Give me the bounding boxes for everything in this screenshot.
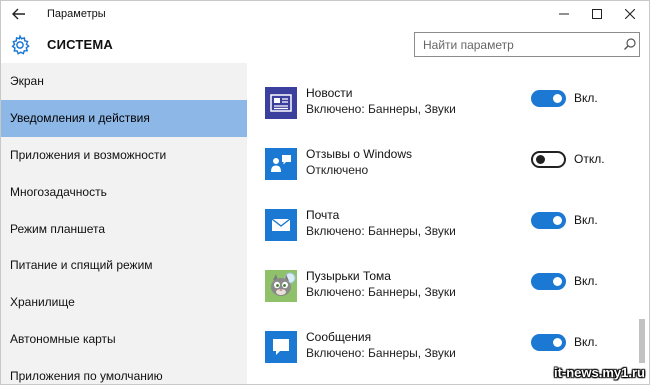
close-button[interactable]	[614, 1, 646, 27]
tom-bubbles-icon	[265, 270, 297, 302]
mail-icon	[265, 209, 297, 241]
news-icon	[265, 87, 297, 119]
notifications-toggle[interactable]	[531, 334, 566, 351]
app-status: Включено: Баннеры, Звуки	[306, 102, 456, 116]
toggle-knob	[553, 338, 562, 347]
app-name: Пузырьки Тома	[306, 269, 391, 283]
app-status: Включено: Баннеры, Звуки	[306, 346, 456, 360]
search-box[interactable]	[414, 32, 640, 57]
sidebar-item-notifications[interactable]: Уведомления и действия	[1, 99, 247, 137]
app-name: Отзывы о Windows	[306, 147, 412, 161]
close-icon	[625, 9, 635, 19]
page-header: СИСТЕМА	[1, 27, 649, 63]
feedback-icon	[265, 148, 297, 180]
toggle-knob	[536, 155, 545, 164]
search-icon[interactable]	[623, 37, 637, 51]
toggle-knob	[553, 216, 562, 225]
sidebar-nav: Экран Уведомления и действия Приложения …	[1, 63, 247, 384]
notifications-toggle[interactable]	[531, 151, 566, 168]
list-item: Новости Включено: Баннеры, Звуки Вкл.	[247, 81, 637, 131]
toggle-state-label: Вкл.	[574, 213, 598, 227]
toggle-state-label: Вкл.	[574, 335, 598, 349]
maximize-button[interactable]	[581, 1, 613, 27]
section-title: СИСТЕМА	[47, 37, 114, 52]
sidebar-item-power-sleep[interactable]: Питание и спящий режим	[1, 247, 247, 284]
toggle-knob	[553, 94, 562, 103]
toggle-state-label: Откл.	[574, 152, 605, 166]
sidebar-item-offline-maps[interactable]: Автономные карты	[1, 321, 247, 358]
notifications-toggle[interactable]	[531, 212, 566, 229]
notifications-toggle[interactable]	[531, 273, 566, 290]
search-input[interactable]	[415, 33, 615, 56]
settings-window: Параметры СИСТЕМА Экран Ув	[0, 0, 650, 385]
messages-icon	[265, 331, 297, 363]
toggle-state-label: Вкл.	[574, 91, 598, 105]
toggle-knob	[553, 277, 562, 286]
back-arrow-icon	[12, 8, 25, 20]
sidebar-item-apps-features[interactable]: Приложения и возможности	[1, 137, 247, 174]
title-bar: Параметры	[1, 1, 649, 27]
notifications-toggle[interactable]	[531, 90, 566, 107]
sidebar-item-default-apps[interactable]: Приложения по умолчанию	[1, 357, 247, 384]
gear-icon	[11, 34, 30, 55]
app-notifications-list: Новости Включено: Баннеры, Звуки Вкл. От…	[247, 63, 649, 384]
minimize-button[interactable]	[548, 1, 580, 27]
list-item: Почта Включено: Баннеры, Звуки Вкл.	[247, 203, 637, 253]
app-status: Включено: Баннеры, Звуки	[306, 224, 456, 238]
window-title: Параметры	[47, 8, 106, 20]
scrollbar-thumb[interactable]	[639, 319, 645, 363]
app-status: Отключено	[306, 163, 369, 177]
minimize-icon	[559, 13, 569, 15]
toggle-state-label: Вкл.	[574, 274, 598, 288]
maximize-icon	[592, 9, 602, 19]
sidebar-item-display[interactable]: Экран	[1, 63, 247, 100]
sidebar-item-storage[interactable]: Хранилище	[1, 284, 247, 321]
list-item: Пузырьки Тома Включено: Баннеры, Звуки В…	[247, 264, 637, 314]
app-status: Включено: Баннеры, Звуки	[306, 285, 456, 299]
back-button[interactable]	[7, 3, 31, 25]
watermark: it-news.my1.ru	[553, 365, 645, 380]
app-name: Новости	[306, 86, 353, 100]
app-name: Почта	[306, 208, 340, 222]
sidebar-item-tablet-mode[interactable]: Режим планшета	[1, 210, 247, 247]
app-name: Сообщения	[306, 330, 372, 344]
list-item: Отзывы о Windows Отключено Откл.	[247, 142, 637, 192]
sidebar-item-multitasking[interactable]: Многозадачность	[1, 173, 247, 210]
